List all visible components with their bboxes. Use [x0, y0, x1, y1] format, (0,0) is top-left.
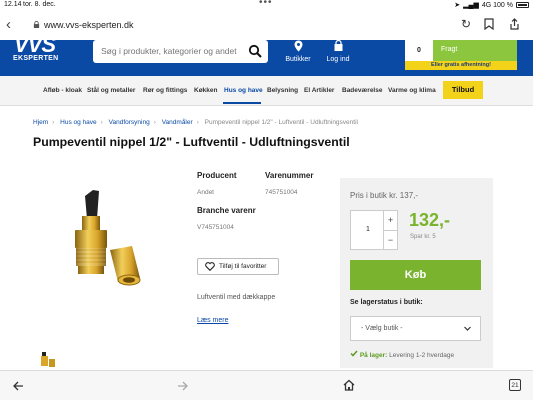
home-icon[interactable] [343, 379, 355, 391]
forward-arrow-icon[interactable] [177, 380, 189, 392]
add-to-favorites-button[interactable]: Tilføj til favoritter [197, 258, 279, 275]
read-more-link[interactable]: Læs mere [197, 317, 229, 324]
breadcrumb-hus-og-have[interactable]: Hus og have [60, 119, 97, 126]
branche-value: V745751004 [197, 224, 234, 231]
nav-item-koekken[interactable]: Køkken [194, 87, 217, 94]
battery-icon [516, 2, 529, 8]
stores-button[interactable]: Butikker [281, 40, 315, 63]
quantity-plus-button[interactable]: + [383, 211, 397, 231]
product-description: Luftventil med dækkappe [197, 294, 276, 301]
login-button[interactable]: Log ind [323, 39, 353, 63]
site-header: VVS EKSPERTEN Butikker Log ind 0 Fragt E… [0, 32, 533, 76]
share-icon[interactable] [509, 18, 520, 30]
category-nav: Afløb - kloak Stål og metaller Rør og fi… [0, 76, 533, 106]
heart-icon [205, 262, 215, 271]
nav-item-staal[interactable]: Stål og metaller [87, 87, 135, 94]
branche-label: Branche varenr [197, 206, 256, 215]
page-title: Pumpeventil nippel 1/2" - Luftventil - U… [33, 135, 350, 149]
network-status: 4G 100 % [481, 1, 513, 9]
url-text[interactable]: www.vvs-eksperten.dk [44, 20, 134, 30]
location-pin-icon [294, 40, 302, 52]
status-date: tor. 8. dec. [23, 1, 56, 8]
quantity-input[interactable]: 1 [366, 226, 370, 233]
nav-active-indicator [223, 102, 261, 104]
store-price: Pris i butik kr. 137,- [350, 191, 419, 200]
producent-label: Producent [197, 171, 237, 180]
producent-value: Andet [197, 189, 214, 196]
online-price: 132,- [409, 210, 451, 230]
nav-item-varme[interactable]: Varme og klima [388, 87, 436, 94]
chevron-down-icon [464, 326, 471, 331]
cart-widget[interactable]: 0 Fragt Eller gratis afhentning! [405, 40, 517, 70]
breadcrumb-vandmaaler[interactable]: Vandmåler [162, 119, 193, 126]
stock-status-label: På lager: [359, 352, 388, 359]
add-to-favorites-label: Tilføj til favoritter [219, 263, 267, 270]
stock-heading: Se lagerstatus i butik: [350, 299, 423, 306]
cart-shipping-label: Fragt [433, 40, 517, 61]
reload-icon[interactable]: ↻ [461, 17, 471, 31]
varenummer-label: Varenummer [265, 171, 314, 180]
signal-icon: ▂▄▆ [463, 2, 479, 9]
stores-label: Butikker [285, 56, 311, 63]
search-input[interactable] [101, 43, 241, 59]
delivery-time: Levering 1-2 hverdage [389, 352, 455, 359]
status-time: 12.14 [4, 1, 22, 8]
multitask-dots-icon[interactable]: ••• [259, 0, 273, 8]
buy-panel: Pris i butik kr. 137,- 1 + − 132,- Spar … [340, 178, 493, 368]
varenummer-value: 745751004 [265, 189, 298, 196]
nav-item-afloeb[interactable]: Afløb - kloak [43, 87, 82, 94]
stock-status: På lager: Levering 1-2 hverdage [350, 350, 454, 359]
back-chevron-icon[interactable]: ‹ [6, 16, 11, 33]
checkmark-icon [350, 350, 358, 357]
nav-item-belysning[interactable]: Belysning [267, 87, 298, 94]
buy-button[interactable]: Køb [350, 260, 481, 290]
breadcrumb-home[interactable]: Hjem [33, 119, 48, 126]
search-box[interactable] [93, 40, 268, 63]
browser-url-bar: ‹ www.vvs-eksperten.dk ↻ [0, 10, 533, 40]
cart-count: 0 [405, 40, 433, 61]
nav-item-hus-og-have[interactable]: Hus og have [224, 87, 263, 94]
quantity-stepper: 1 + − [350, 210, 398, 250]
breadcrumb-current: Pumpeventil nippel 1/2" - Luftventil - U… [204, 119, 358, 126]
savings-text: Spar kr. 5 [410, 234, 436, 240]
breadcrumb: Hjem › Hus og have › Vandforsyning › Vandmå… [33, 119, 358, 126]
vvs-eksperten-logo[interactable]: VVS EKSPERTEN [10, 32, 80, 66]
login-label: Log ind [326, 56, 350, 63]
lock-icon [33, 21, 40, 28]
location-icon: ➤ [454, 2, 461, 9]
product-thumbnail[interactable] [38, 350, 58, 370]
lock-user-icon [334, 39, 342, 51]
store-select-value: - Vælg butik - [361, 325, 403, 332]
nav-item-el-artikler[interactable]: El Artikler [304, 87, 334, 94]
nav-item-badevaerelse[interactable]: Badeværelse [342, 87, 382, 94]
search-icon[interactable] [248, 44, 262, 58]
store-select[interactable]: - Vælg butik - [350, 316, 481, 341]
bookmark-icon[interactable] [484, 18, 494, 30]
product-image[interactable] [58, 186, 148, 296]
back-arrow-icon[interactable] [12, 380, 24, 392]
tabs-button[interactable]: 21 [509, 379, 521, 391]
status-bar: 12.14 tor. 8. dec. ••• ➤ ▂▄▆ 4G 100 % [0, 0, 533, 10]
browser-toolbar: 21 [0, 370, 533, 400]
nav-item-roer[interactable]: Rør og fittings [143, 87, 187, 94]
breadcrumb-vandforsyning[interactable]: Vandforsyning [109, 119, 150, 126]
quantity-minus-button[interactable]: − [383, 231, 397, 250]
free-pickup-promo: Eller gratis afhentning! [405, 61, 517, 70]
tilbud-button[interactable]: Tilbud [443, 81, 483, 99]
